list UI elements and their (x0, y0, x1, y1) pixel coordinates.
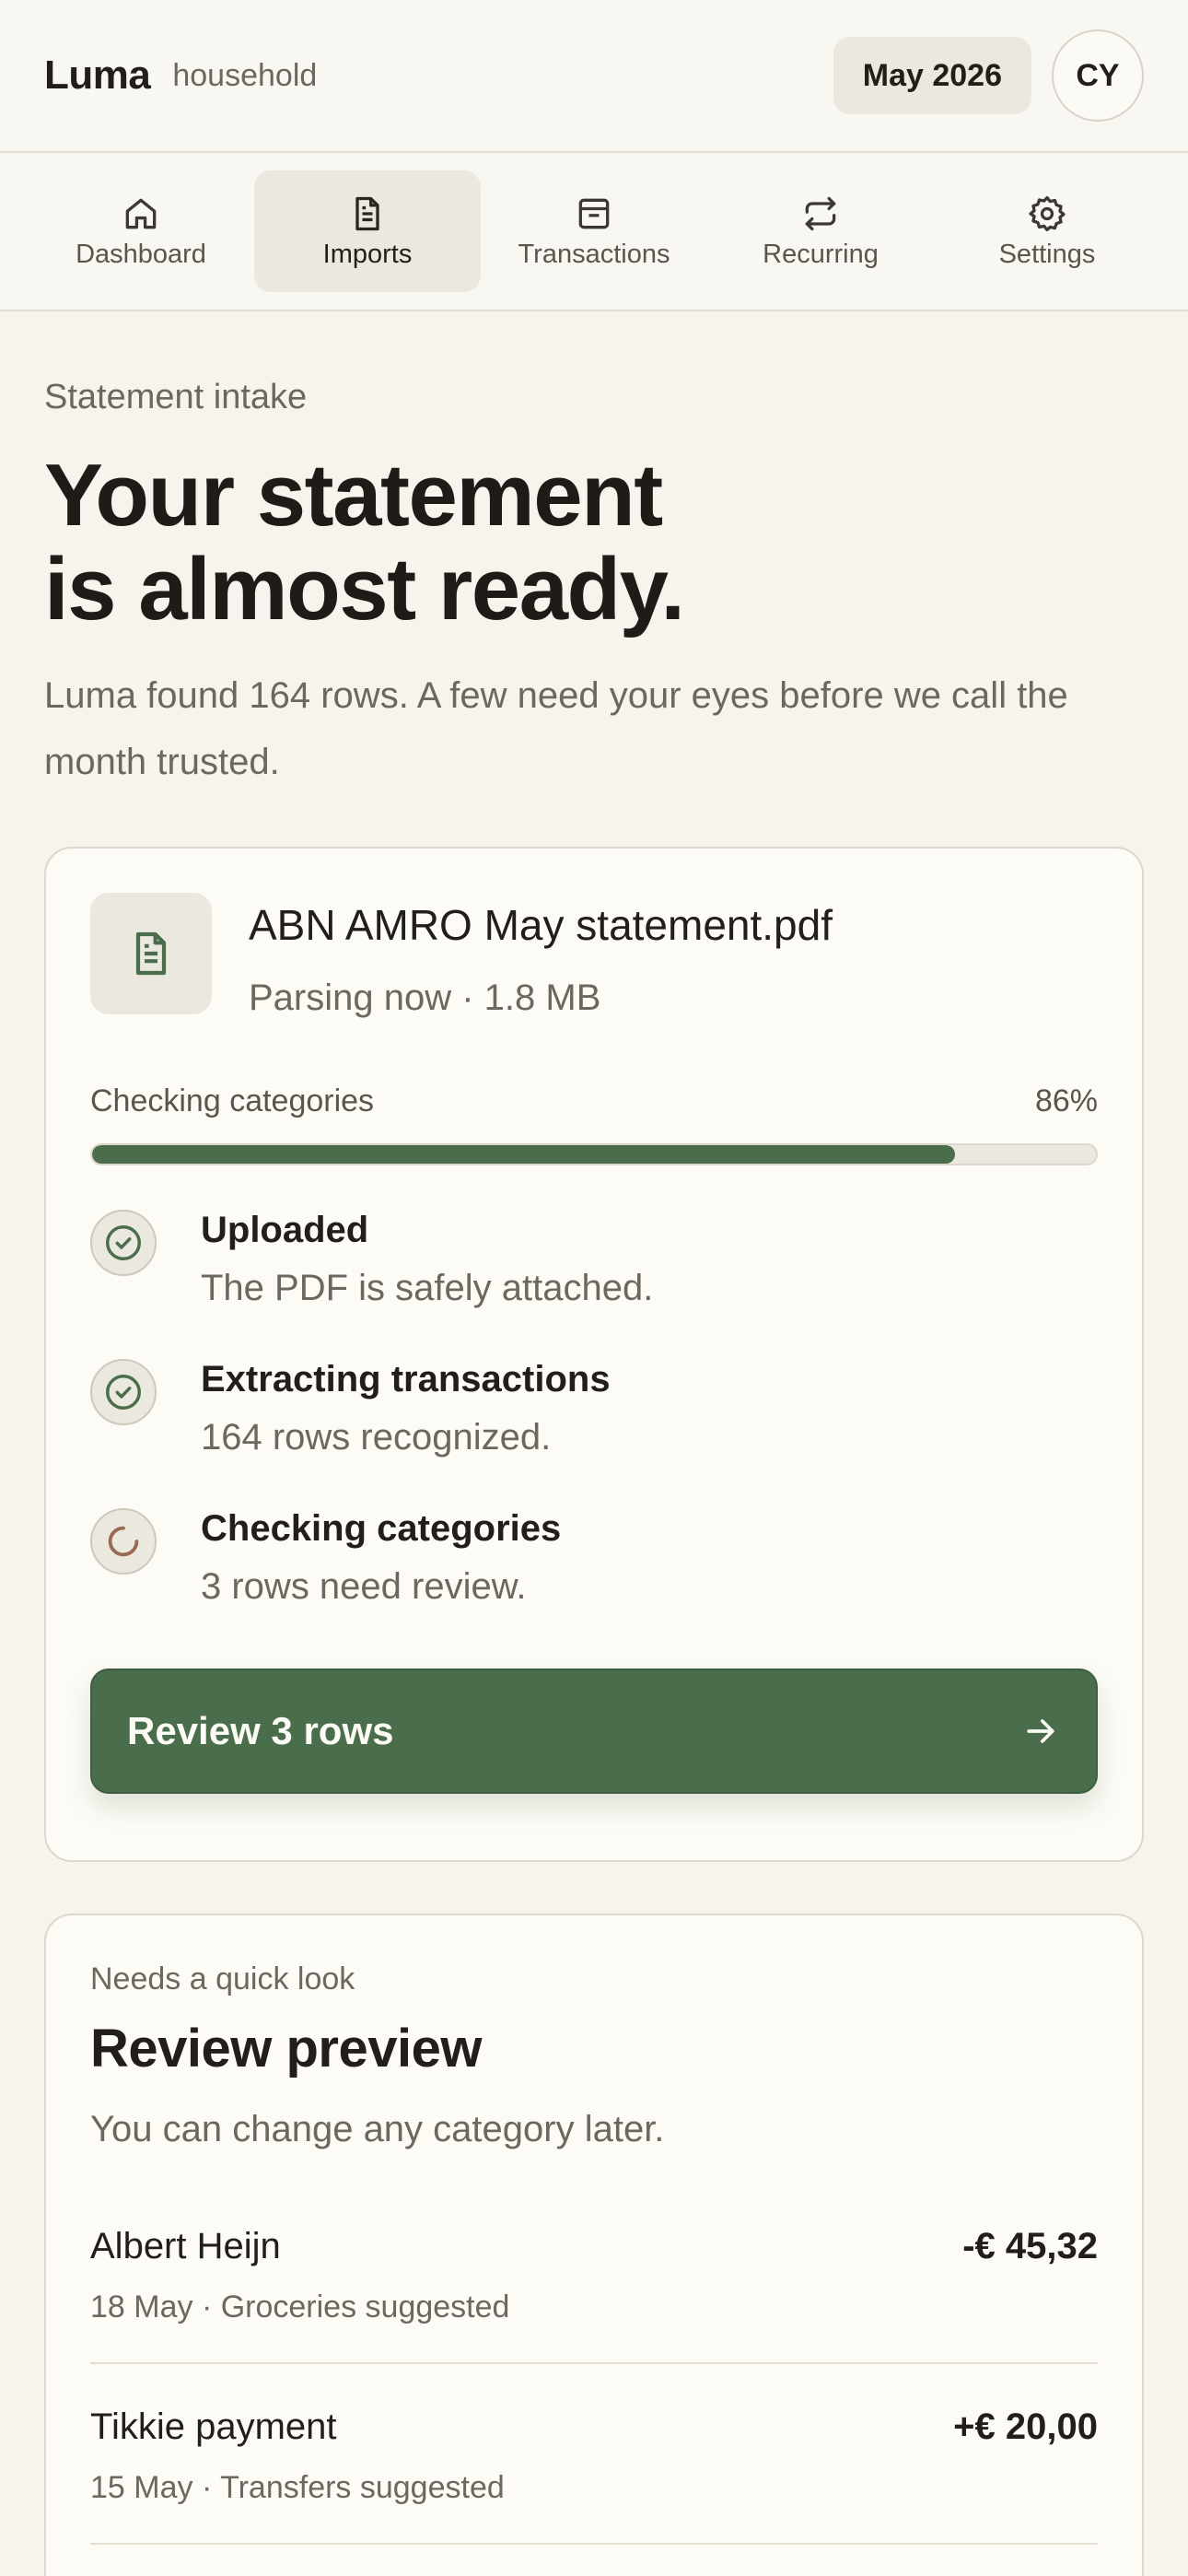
tab-label: Imports (322, 239, 413, 269)
tab-label: Dashboard (76, 239, 206, 269)
tab-recurring[interactable]: Recurring (707, 170, 934, 292)
file-header: ABN AMRO May statement.pdf Parsing now ·… (90, 893, 1098, 1019)
month-selector[interactable]: May 2026 (833, 37, 1031, 114)
step-checking: Checking categories 3 rows need review. (90, 1508, 1098, 1657)
step-detail: 3 rows need review. (201, 1566, 527, 1607)
file-thumbnail (90, 893, 212, 1014)
pdf-document-icon (135, 931, 167, 976)
step-text: Uploaded The PDF is safely attached. (201, 1210, 653, 1359)
top-bar: Luma household May 2026 CY (0, 0, 1188, 153)
main-content: Statement intake Your statement is almos… (0, 378, 1188, 2576)
step-title: Checking categories (201, 1508, 562, 1549)
review-rows-button[interactable]: Review 3 rows (90, 1669, 1098, 1794)
file-name: ABN AMRO May statement.pdf (249, 901, 833, 949)
arrow-right-icon (1027, 1719, 1054, 1743)
tab-label: Settings (998, 239, 1096, 269)
page-title: Your statement is almost ready. (44, 449, 1144, 637)
progress-header: Checking categories 86% (90, 1083, 1098, 1119)
step-text: Checking categories 3 rows need review. (201, 1508, 561, 1657)
repeat-icon (805, 196, 836, 230)
tab-settings[interactable]: Settings (934, 170, 1160, 292)
row-meta: 18 May · Groceries suggested (90, 2289, 510, 2324)
tab-transactions[interactable]: Transactions (481, 170, 707, 292)
row-top: Albert Heijn -€ 45,32 (90, 2226, 1098, 2267)
spinner-icon (108, 1526, 139, 1557)
review-description: You can change any category later. (90, 2109, 665, 2149)
review-title: Review preview (90, 2019, 483, 2078)
tab-dashboard[interactable]: Dashboard (28, 170, 254, 292)
document-icon (355, 196, 379, 230)
step-detail: The PDF is safely attached. (201, 1268, 654, 1308)
statement-card: ABN AMRO May statement.pdf Parsing now ·… (44, 847, 1144, 1862)
home-icon (125, 198, 157, 228)
row-top: Tikkie payment +€ 20,00 (90, 2406, 1098, 2448)
list-item[interactable]: Tikkie payment +€ 20,00 15 May · Transfe… (90, 2364, 1098, 2545)
amount: +€ 20,00 (953, 2406, 1098, 2447)
review-preview-card: Needs a quick look Review preview You ca… (44, 1914, 1144, 2576)
step-status (90, 1210, 157, 1276)
page-description: Luma found 164 rows. A few need your eye… (44, 675, 1068, 782)
review-eyebrow: Needs a quick look (90, 1961, 355, 1996)
step-extracting: Extracting transactions 164 rows recogni… (90, 1359, 1098, 1508)
household-label: household (172, 57, 318, 93)
merchant-name: Albert Heijn (90, 2226, 281, 2266)
tab-bar: Dashboard Imports Transactions Recurring… (0, 153, 1188, 311)
check-circle-icon (106, 1225, 141, 1260)
page-title-line-2: is almost ready. (44, 540, 685, 638)
brand-logo[interactable]: Luma (44, 53, 151, 99)
step-status (90, 1508, 157, 1575)
step-title: Uploaded (201, 1210, 369, 1250)
file-status: Parsing now · 1.8 MB (249, 978, 601, 1018)
avatar[interactable]: CY (1052, 29, 1144, 122)
step-detail: 164 rows recognized. (201, 1417, 552, 1458)
gear-icon (1029, 195, 1066, 231)
progress-fill (92, 1145, 956, 1164)
tab-imports[interactable]: Imports (254, 170, 481, 292)
step-text: Extracting transactions 164 rows recogni… (201, 1359, 611, 1508)
step-uploaded: Uploaded The PDF is safely attached. (90, 1210, 1098, 1359)
list-item[interactable]: Albert Heijn -€ 45,32 18 May · Groceries… (90, 2184, 1098, 2364)
step-status (90, 1359, 157, 1425)
progress-label: Checking categories (90, 1083, 375, 1118)
button-label: Review 3 rows (127, 1709, 394, 1752)
tab-label: Recurring (763, 239, 879, 269)
progress-percent: 86% (1034, 1083, 1098, 1118)
merchant-name: Tikkie payment (90, 2406, 337, 2447)
tab-label: Transactions (518, 239, 670, 269)
row-meta: 15 May · Transfers suggested (90, 2470, 505, 2505)
page-title-line-1: Your statement (44, 446, 663, 544)
progress-bar (90, 1143, 1098, 1165)
inbox-icon (578, 198, 610, 228)
section-eyebrow: Statement intake (44, 378, 308, 416)
step-list: Uploaded The PDF is safely attached. Ext… (90, 1210, 1098, 1657)
step-title: Extracting transactions (201, 1359, 611, 1399)
check-circle-icon (106, 1375, 141, 1410)
review-list: Albert Heijn -€ 45,32 18 May · Groceries… (90, 2184, 1098, 2545)
file-meta: ABN AMRO May statement.pdf Parsing now ·… (249, 893, 833, 1019)
amount: -€ 45,32 (962, 2226, 1098, 2266)
